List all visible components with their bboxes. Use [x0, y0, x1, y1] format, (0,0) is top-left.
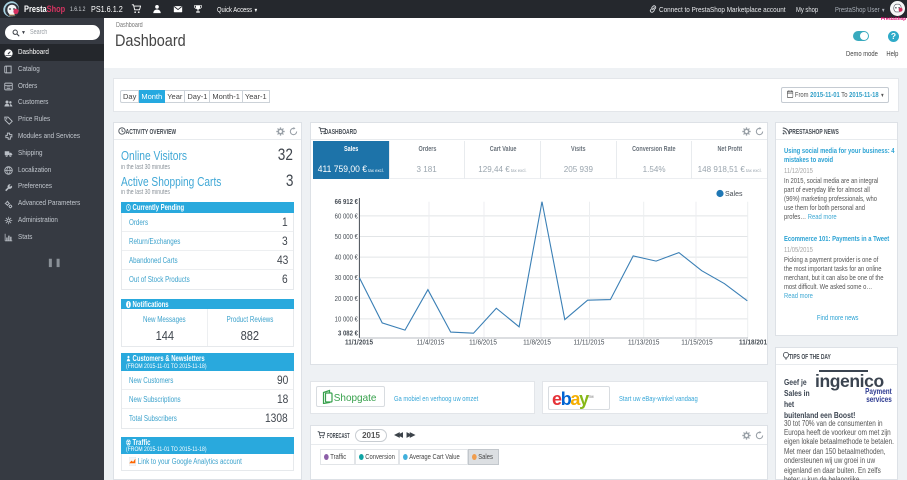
- svg-text:11/13/2015: 11/13/2015: [628, 339, 660, 347]
- svg-text:30 000 €: 30 000 €: [335, 275, 359, 283]
- svg-text:40 000 €: 40 000 €: [335, 254, 359, 262]
- svg-text:Sales: Sales: [725, 191, 743, 198]
- svg-text:11/18/201: 11/18/201: [739, 339, 767, 347]
- svg-text:11/1/2015: 11/1/2015: [345, 339, 373, 347]
- svg-text:11/8/2015: 11/8/2015: [523, 339, 551, 347]
- svg-text:50 000 €: 50 000 €: [335, 233, 359, 241]
- svg-text:11/4/2015: 11/4/2015: [417, 339, 445, 347]
- svg-text:60 000 €: 60 000 €: [335, 213, 359, 221]
- svg-text:Shopgate: Shopgate: [333, 393, 376, 404]
- svg-text:3 082 €: 3 082 €: [338, 330, 358, 338]
- svg-text:66 912 €: 66 912 €: [335, 199, 359, 207]
- svg-text:11/15/2015: 11/15/2015: [681, 339, 713, 347]
- svg-text:20 000 €: 20 000 €: [335, 295, 359, 303]
- svg-text:10 000 €: 10 000 €: [335, 316, 359, 324]
- svg-text:11/6/2015: 11/6/2015: [469, 339, 497, 347]
- svg-text:11/11/2015: 11/11/2015: [574, 339, 605, 347]
